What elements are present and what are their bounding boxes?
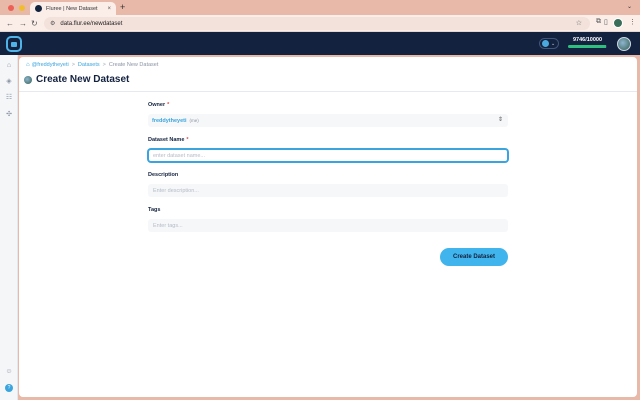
team-icon[interactable]: ☺	[5, 368, 13, 376]
tags-input[interactable]	[148, 219, 508, 232]
window-minimize-button[interactable]	[19, 5, 25, 11]
breadcrumb-datasets-link[interactable]: Datasets	[78, 62, 100, 68]
help-icon[interactable]: ?	[5, 384, 13, 392]
owner-value: freddytheyeti	[152, 117, 187, 124]
tags-label: Tags	[148, 207, 161, 213]
browser-tabstrip: Fluree | New Dataset × + ⌄	[0, 0, 640, 15]
required-mark: *	[167, 102, 170, 108]
breadcrumb: ⌂ @freddytheyeti > Datasets > Create New…	[26, 62, 158, 68]
fluree-favicon-icon	[35, 5, 42, 12]
description-label: Description	[148, 172, 179, 178]
extensions-icon[interactable]: ⧉	[596, 18, 601, 26]
quota-text: 9746/10000	[572, 37, 603, 43]
select-chevron-icon: ⇕	[497, 117, 503, 123]
home-icon[interactable]: ⌂	[5, 62, 13, 70]
browser-menu-icon[interactable]: ⋮	[629, 18, 636, 26]
page-title-row: Create New Dataset	[24, 74, 129, 85]
network-icon[interactable]: ✣	[5, 111, 13, 119]
url-text[interactable]: data.flur.ee/newdataset	[60, 21, 122, 27]
layers-icon[interactable]: ◈	[5, 78, 13, 86]
owner-suffix: (me)	[189, 118, 199, 123]
globe-icon	[542, 40, 549, 47]
breadcrumb-separator: >	[102, 62, 106, 68]
new-tab-button[interactable]: +	[120, 2, 125, 13]
app-header: ⌄	[0, 32, 640, 55]
owner-select[interactable]: freddytheyeti (me) ⇕	[148, 114, 508, 127]
create-dataset-button[interactable]: Create Dataset	[440, 248, 508, 266]
divider	[19, 91, 637, 92]
site-info-icon[interactable]: ⚙	[50, 20, 55, 27]
quota-progress-fill	[568, 45, 606, 48]
quota-progress-bar	[568, 45, 607, 48]
reload-icon[interactable]: ↻	[31, 17, 38, 30]
breadcrumb-user-link[interactable]: @freddytheyeti	[32, 62, 69, 68]
create-dataset-form: Owner * freddytheyeti (me) ⇕ Dataset Name…	[148, 101, 508, 266]
usage-quota[interactable]: 9746/10000	[566, 37, 609, 51]
owner-avatar-icon	[24, 75, 32, 84]
tab-close-icon[interactable]: ×	[107, 6, 111, 12]
required-mark: *	[186, 137, 189, 143]
user-avatar[interactable]	[617, 37, 631, 51]
chevron-down-icon: ⌄	[551, 40, 556, 47]
left-sidebar: ⌂ ◈ ☷ ✣ ☺ ?	[0, 55, 18, 400]
dataset-name-label: Dataset Name *	[148, 137, 189, 143]
window-close-button[interactable]	[8, 5, 14, 11]
browser-toolbar: ← → ↻ ⚙ data.flur.ee/newdataset ☆ ⧉ ▯ ⋮	[0, 15, 640, 32]
forward-arrow-icon[interactable]: →	[19, 17, 27, 30]
description-input[interactable]	[148, 184, 508, 197]
page-title: Create New Dataset	[36, 74, 130, 85]
tab-title: Fluree | New Dataset	[46, 5, 98, 12]
fluree-logo-icon[interactable]	[6, 36, 22, 52]
dataset-name-input[interactable]	[148, 149, 508, 162]
tab-search-chevron-icon[interactable]: ⌄	[627, 3, 632, 10]
owner-label: Owner *	[148, 102, 170, 108]
side-panel-icon[interactable]: ▯	[604, 18, 608, 26]
datasets-icon[interactable]: ☷	[5, 94, 13, 102]
main-content: ⌂ @freddytheyeti > Datasets > Create New…	[19, 57, 637, 397]
browser-tab-active[interactable]: Fluree | New Dataset ×	[30, 2, 116, 15]
breadcrumb-current: Create New Dataset	[108, 62, 159, 68]
network-selector[interactable]: ⌄	[539, 38, 559, 49]
breadcrumb-home-icon[interactable]: ⌂	[26, 62, 30, 68]
breadcrumb-separator: >	[71, 62, 75, 68]
address-bar[interactable]: ⚙ data.flur.ee/newdataset ☆	[44, 17, 590, 30]
back-arrow-icon[interactable]: ←	[6, 17, 14, 30]
bookmark-star-icon[interactable]: ☆	[576, 19, 582, 27]
browser-profile-avatar[interactable]	[613, 18, 623, 28]
